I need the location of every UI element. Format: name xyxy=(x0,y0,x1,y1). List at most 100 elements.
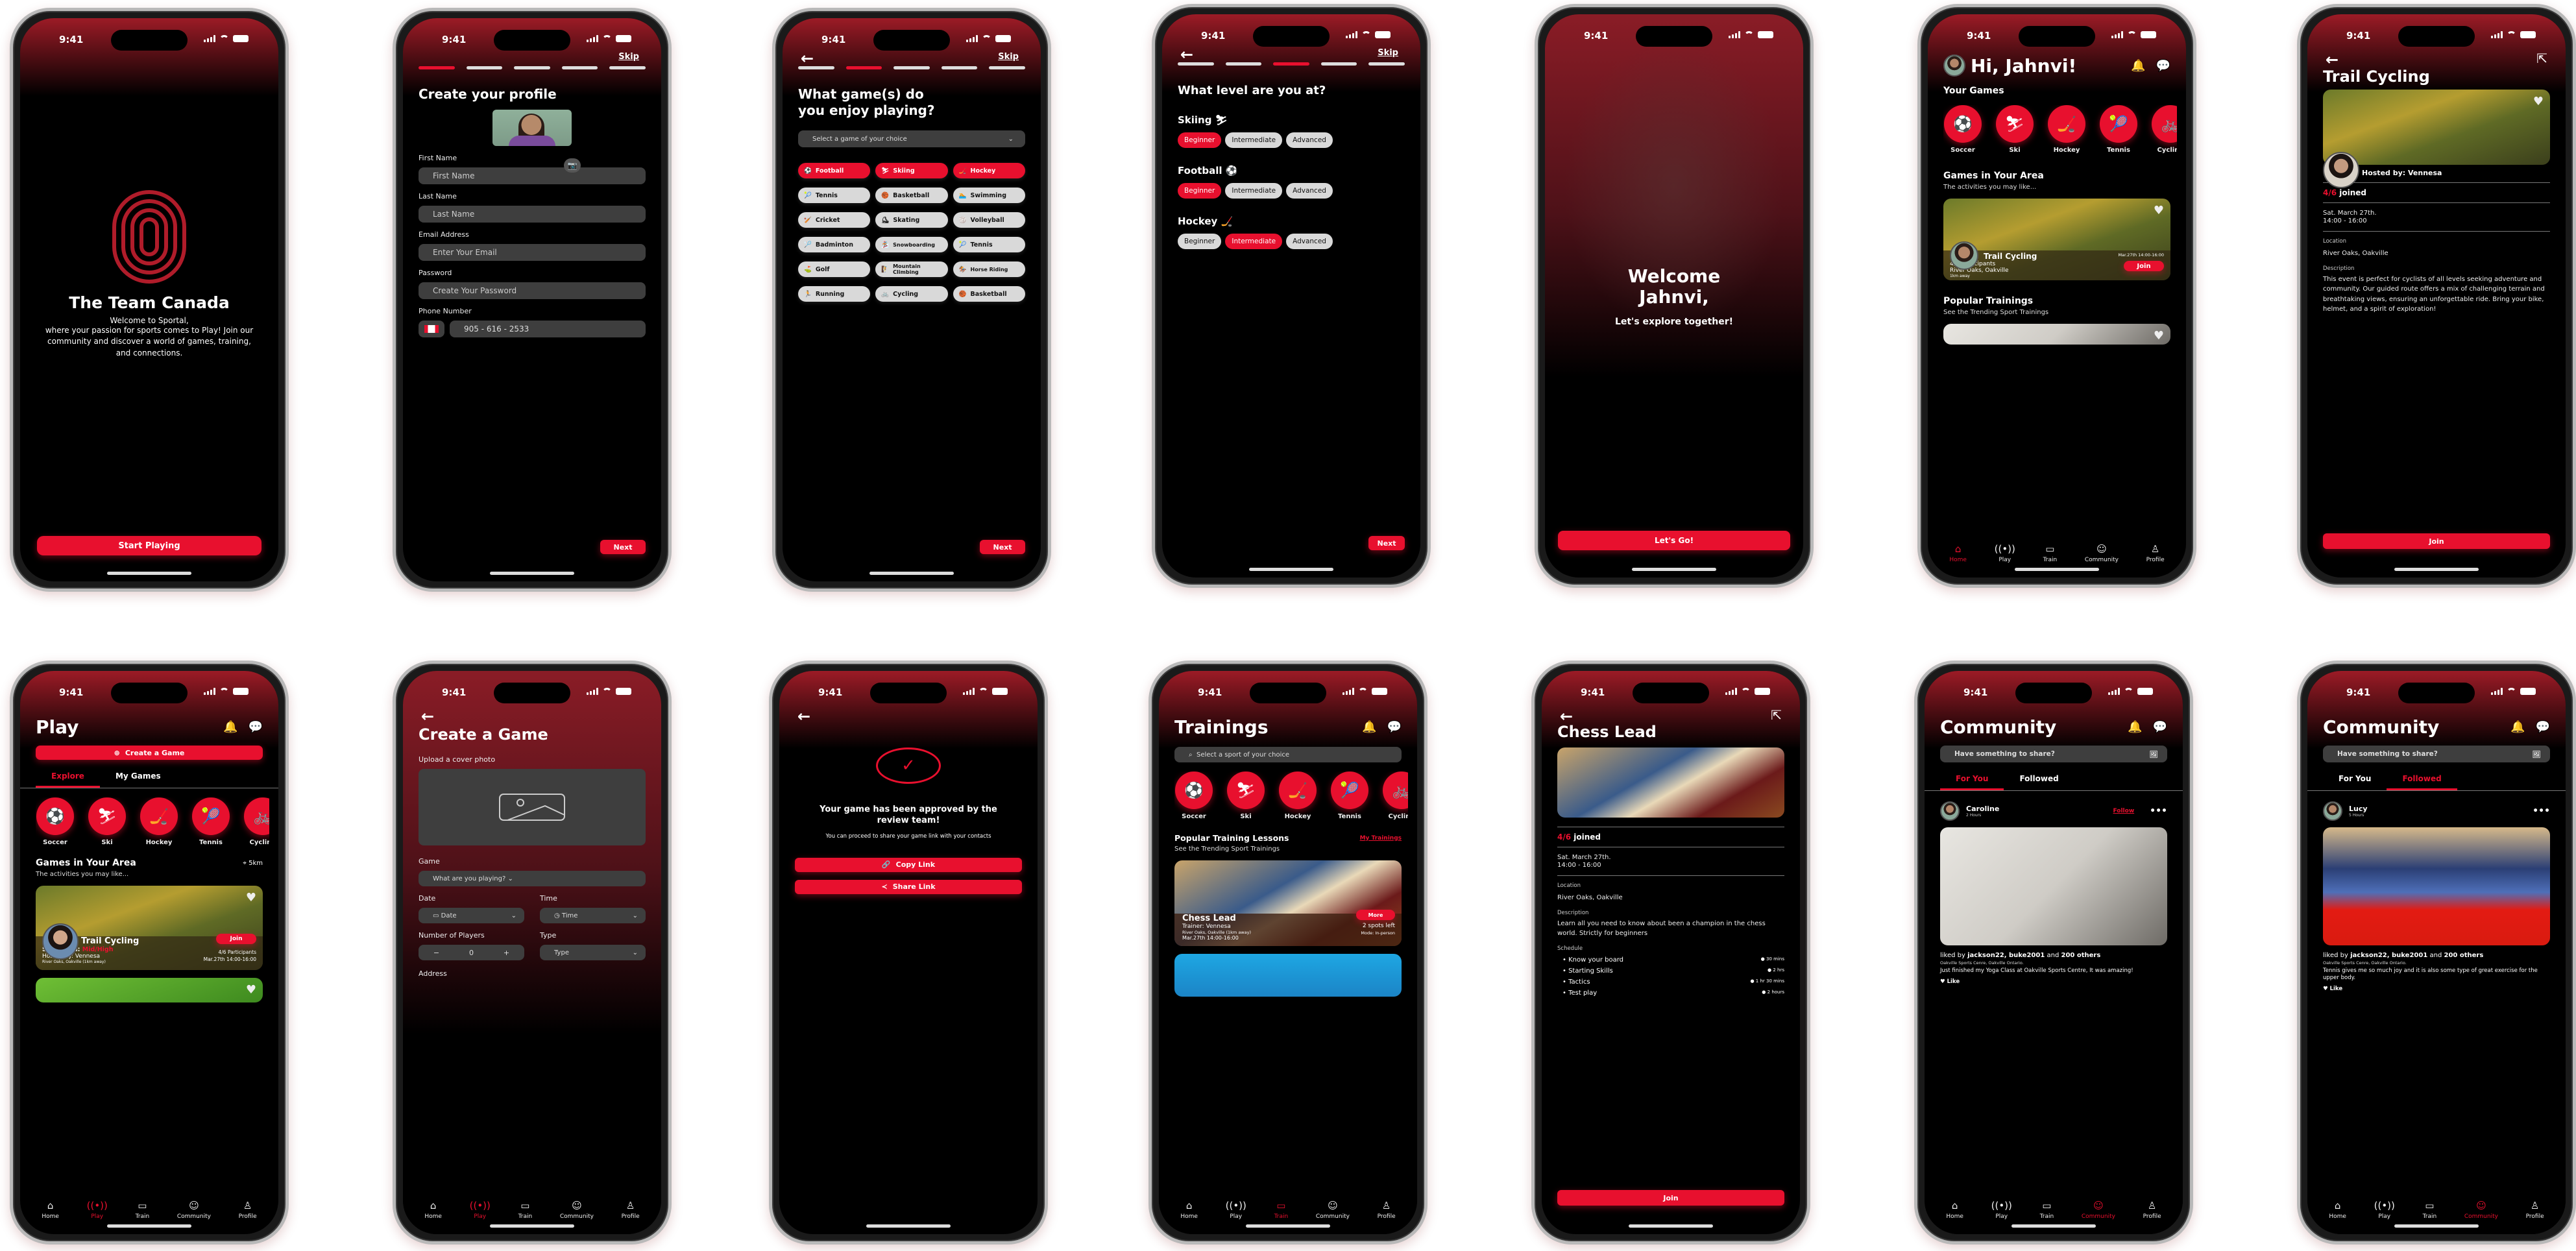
game-chip-cycling[interactable]: 🚲 Cycling xyxy=(875,286,948,302)
sport-tennis[interactable]: 🎾 Tennis xyxy=(2099,105,2138,154)
sport-hockey[interactable]: 🏒 Hockey xyxy=(2047,105,2086,154)
game-chip-tennis[interactable]: 🎾 Tennis xyxy=(953,237,1025,252)
game-chip-running[interactable]: 🏃 Running xyxy=(798,286,871,302)
time-picker[interactable]: ◷ Time ⌄ xyxy=(540,908,646,923)
share-post-input[interactable]: Have something to share? 🖼 xyxy=(1940,746,2167,762)
game-select[interactable]: What are you playing? ⌄ xyxy=(419,871,646,886)
user-avatar[interactable] xyxy=(1943,55,1965,77)
heart-icon[interactable]: ♥ xyxy=(246,891,256,905)
sports-carousel[interactable]: ⚽ Soccer ⛷ Ski 🏒 Hockey 🎾 Tennis 🚲 Cycli… xyxy=(1943,105,2177,154)
tab-train[interactable]: ▭ Train xyxy=(518,1200,533,1220)
back-arrow-icon[interactable]: ← xyxy=(797,707,810,725)
sport-tennis[interactable]: 🎾 Tennis xyxy=(1330,771,1369,820)
level-option-beginner[interactable]: Beginner xyxy=(1178,234,1222,249)
tab-profile[interactable]: ♙ Profile xyxy=(2526,1200,2544,1220)
game-chip-skating[interactable]: ⛸ Skating xyxy=(875,212,948,228)
post-author[interactable]: Caroline xyxy=(1966,805,2107,813)
tab-home[interactable]: ⌂ Home xyxy=(1949,543,1967,563)
phone-input[interactable]: 905 - 616 - 2533 xyxy=(450,321,646,337)
image-upload-icon[interactable]: 🖼 xyxy=(2150,750,2158,759)
tab-home[interactable]: ⌂ Home xyxy=(424,1200,442,1220)
level-option-advanced[interactable]: Advanced xyxy=(1286,132,1333,148)
country-code-picker[interactable] xyxy=(419,321,444,337)
sport-soccer[interactable]: ⚽ Soccer xyxy=(36,797,75,846)
tab-explore[interactable]: Explore xyxy=(36,771,100,788)
tab-for-you[interactable]: For You xyxy=(1940,774,2004,790)
join-button[interactable]: Join xyxy=(216,934,256,944)
post-author-avatar[interactable] xyxy=(2323,801,2342,821)
chat-icon[interactable]: 💬 xyxy=(2536,720,2550,734)
tab-profile[interactable]: ♙ Profile xyxy=(2146,543,2165,563)
lets-go-button[interactable]: Let's Go! xyxy=(1558,531,1790,550)
sport-hockey[interactable]: 🏒 Hockey xyxy=(140,797,178,846)
join-button[interactable]: Join xyxy=(2124,261,2164,271)
camera-icon[interactable]: 📷 xyxy=(564,158,581,173)
decrement-button[interactable]: − xyxy=(433,949,439,957)
heart-icon[interactable]: ♥ xyxy=(2533,95,2544,108)
tab-play[interactable]: ((•)) Play xyxy=(1995,543,2015,563)
tab-home[interactable]: ⌂ Home xyxy=(2329,1200,2346,1220)
tab-community[interactable]: ☺ Community xyxy=(2082,1200,2115,1220)
image-upload-icon[interactable]: 🖼 xyxy=(2533,750,2541,759)
level-option-beginner[interactable]: Beginner xyxy=(1178,183,1222,199)
radius-filter[interactable]: ⌖ 5km xyxy=(243,860,263,867)
tab-my-games[interactable]: My Games xyxy=(100,771,176,788)
level-option-intermediate[interactable]: Intermediate xyxy=(1225,234,1283,249)
training-card[interactable]: ♥ xyxy=(1943,324,2170,345)
join-button[interactable]: Join xyxy=(2323,533,2550,549)
tab-train[interactable]: ▭ Train xyxy=(2043,543,2058,563)
share-icon[interactable]: ⇱ xyxy=(1771,707,1782,723)
more-options-icon[interactable]: ••• xyxy=(2150,806,2167,816)
sport-ski[interactable]: ⛷ Ski xyxy=(88,797,127,846)
post-image[interactable] xyxy=(1940,827,2167,945)
tab-play[interactable]: ((•)) Play xyxy=(87,1200,108,1220)
copy-link-button[interactable]: 🔗 Copy Link xyxy=(795,857,1022,872)
sport-cycling[interactable]: 🚲 Cycling xyxy=(243,797,269,846)
game-select[interactable]: Select a game of your choice ⌄ xyxy=(798,130,1025,147)
first-name-input[interactable]: First Name xyxy=(419,167,646,184)
game-chip-football[interactable]: ⚽ Football xyxy=(798,163,871,178)
level-option-intermediate[interactable]: Intermediate xyxy=(1225,132,1283,148)
tab-profile[interactable]: ♙ Profile xyxy=(2143,1200,2161,1220)
bell-icon[interactable]: 🔔 xyxy=(2128,720,2142,734)
tab-home[interactable]: ⌂ Home xyxy=(42,1200,59,1220)
tab-train[interactable]: ▭ Train xyxy=(2423,1200,2437,1220)
post-author-avatar[interactable] xyxy=(1940,801,1960,821)
tab-community[interactable]: ☺ Community xyxy=(1316,1200,1350,1220)
chat-icon[interactable]: 💬 xyxy=(1387,720,1402,734)
sports-carousel[interactable]: ⚽ Soccer ⛷ Ski 🏒 Hockey 🎾 Tennis 🚲 Cycli… xyxy=(36,797,269,846)
game-card[interactable]: ♥ Trail Cycling 4/6 Participants River O… xyxy=(1943,199,2170,280)
tab-home[interactable]: ⌂ Home xyxy=(1180,1200,1198,1220)
more-options-icon[interactable]: ••• xyxy=(2533,806,2550,816)
tab-followed[interactable]: Followed xyxy=(2387,774,2457,790)
game-chip-swimming[interactable]: 🏊 Swimming xyxy=(953,188,1025,203)
heart-icon[interactable]: ♥ xyxy=(2154,204,2164,217)
level-option-intermediate[interactable]: Intermediate xyxy=(1225,183,1283,199)
share-link-button[interactable]: ≺ Share Link xyxy=(795,879,1022,894)
tab-profile[interactable]: ♙ Profile xyxy=(1378,1200,1396,1220)
tab-train[interactable]: ▭ Train xyxy=(1274,1200,1289,1220)
password-input[interactable]: Create Your Password xyxy=(419,282,646,299)
sport-search-input[interactable]: ⌕ Select a sport of your choice xyxy=(1174,747,1402,762)
next-button[interactable]: Next xyxy=(1368,536,1405,550)
game-chip-skiing[interactable]: ⛷ Skiing xyxy=(875,163,948,178)
sport-ski[interactable]: ⛷ Ski xyxy=(1995,105,2034,154)
training-card[interactable] xyxy=(1174,954,1402,997)
tab-community[interactable]: ☺ Community xyxy=(2464,1200,2498,1220)
game-card[interactable]: ♥ Trail Cycling Skill Level: Mid/High Ho… xyxy=(36,886,263,970)
share-icon[interactable]: ⇱ xyxy=(2536,51,2547,66)
type-select[interactable]: Type ⌄ xyxy=(540,945,646,960)
increment-button[interactable]: + xyxy=(504,949,509,957)
tab-community[interactable]: ☺ Community xyxy=(2085,543,2119,563)
game-chip-golf[interactable]: ⛳ Golf xyxy=(798,261,871,277)
training-card[interactable]: Chess Lead Trainer: Vennesa River Oaks, … xyxy=(1174,860,1402,946)
tab-home[interactable]: ⌂ Home xyxy=(1946,1200,1963,1220)
next-button[interactable]: Next xyxy=(980,540,1025,554)
skip-link[interactable]: Skip xyxy=(618,52,639,62)
more-button[interactable]: More xyxy=(1356,910,1395,920)
post-author[interactable]: Lucy xyxy=(2349,805,2526,813)
bell-icon[interactable]: 🔔 xyxy=(2131,59,2145,73)
game-chip-cricket[interactable]: 🏏 Cricket xyxy=(798,212,871,228)
tab-community[interactable]: ☺ Community xyxy=(560,1200,594,1220)
next-button[interactable]: Next xyxy=(600,540,646,554)
